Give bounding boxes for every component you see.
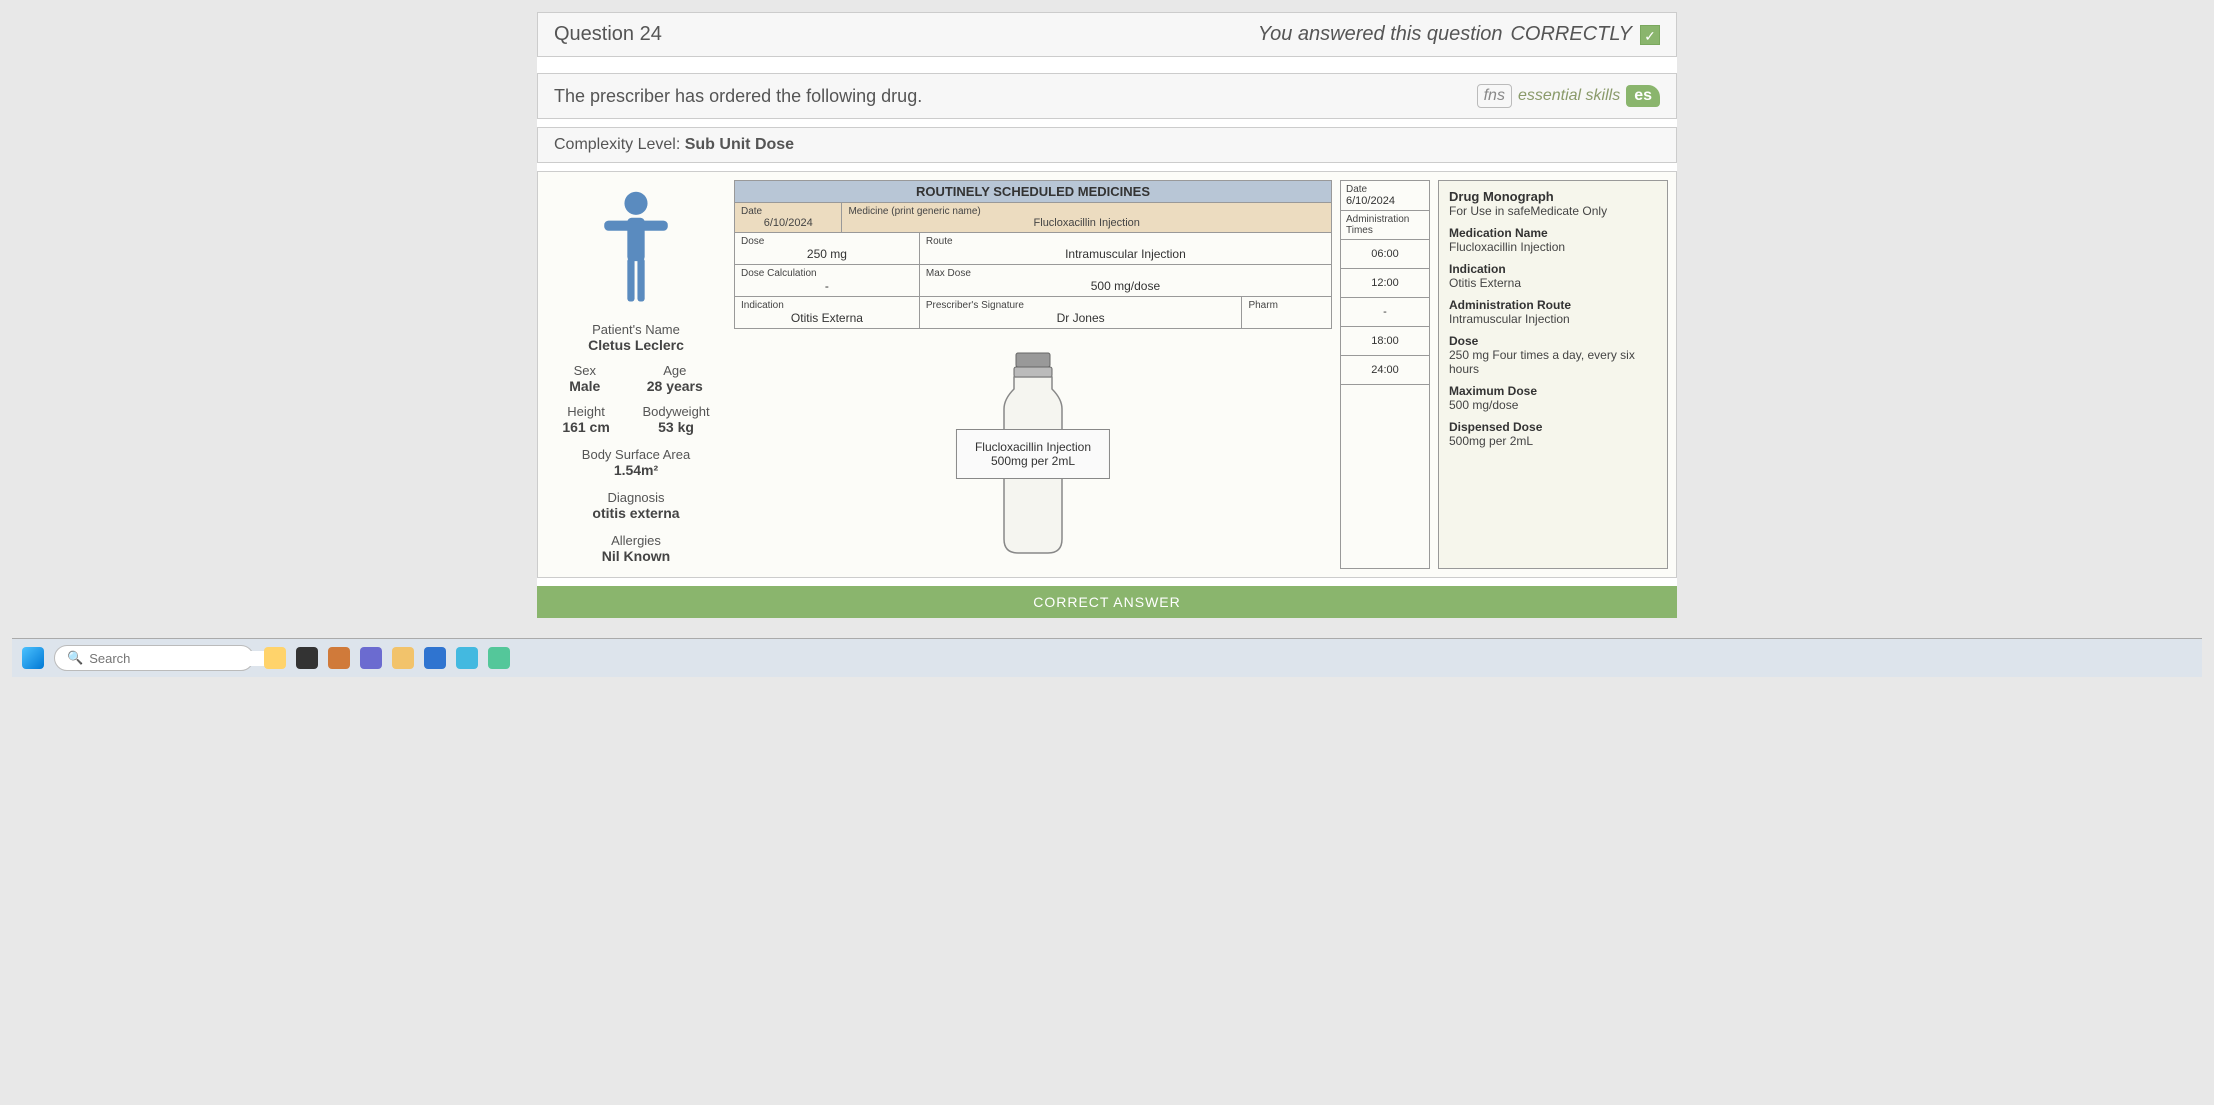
maxdose-value: 500 mg/dose	[926, 279, 1325, 293]
diagnosis-value: otitis externa	[546, 505, 726, 521]
bsa-label: Body Surface Area	[546, 447, 726, 462]
taskbar-explorer-icon[interactable]	[392, 647, 414, 669]
admin-time-5: 24:00	[1341, 356, 1429, 385]
chart-column: ROUTINELY SCHEDULED MEDICINES Date 6/10/…	[734, 180, 1332, 569]
taskbar-teams-icon[interactable]	[360, 647, 382, 669]
answer-status: You answered this question CORRECTLY ✓	[1258, 23, 1660, 46]
complexity-row: Complexity Level: Sub Unit Dose	[537, 127, 1677, 163]
answer-status-prefix: You answered this question	[1258, 23, 1503, 46]
admin-times-label: Administration Times	[1346, 214, 1424, 236]
windows-taskbar[interactable]: 🔍	[12, 638, 2202, 677]
mono-ind-h: Indication	[1449, 262, 1657, 276]
vial-area: Flucloxacillin Injection 500mg per 2mL	[734, 349, 1332, 569]
admin-time-1: 06:00	[1341, 240, 1429, 269]
question-text-row: The prescriber has ordered the following…	[537, 73, 1677, 119]
taskbar-app-icon[interactable]	[328, 647, 350, 669]
monograph-title: Drug Monograph	[1449, 189, 1657, 204]
question-number: Question 24	[554, 23, 662, 46]
admin-time-4: 18:00	[1341, 327, 1429, 356]
search-icon: 🔍	[67, 650, 83, 666]
admin-time-3: -	[1341, 298, 1429, 327]
person-icon	[546, 186, 726, 316]
mono-max-v: 500 mg/dose	[1449, 398, 1657, 412]
route-value: Intramuscular Injection	[926, 247, 1325, 261]
complexity-label: Complexity Level:	[554, 136, 680, 153]
allergies-label: Allergies	[546, 533, 726, 548]
taskbar-outlook-icon[interactable]	[424, 647, 446, 669]
date-label: Date	[741, 206, 835, 217]
medicine-value: Flucloxacillin Injection	[848, 217, 1325, 229]
maxdose-label: Max Dose	[926, 268, 1325, 279]
complexity-value: Sub Unit Dose	[685, 136, 794, 153]
correct-answer-bar: CORRECT ANSWER	[537, 586, 1677, 618]
check-icon: ✓	[1640, 25, 1660, 45]
main-panel: Patient's Name Cletus Leclerc Sex Male A…	[537, 171, 1677, 578]
logo-text: essential skills	[1518, 87, 1620, 105]
answer-status-word: CORRECTLY	[1510, 23, 1632, 46]
admin-date-value: 6/10/2024	[1346, 195, 1424, 207]
chart-title: ROUTINELY SCHEDULED MEDICINES	[735, 181, 1332, 203]
sig-value: Dr Jones	[926, 311, 1236, 325]
taskbar-app-icon[interactable]	[296, 647, 318, 669]
vial-line1: Flucloxacillin Injection	[975, 440, 1091, 454]
age-value: 28 years	[647, 378, 703, 394]
diagnosis-label: Diagnosis	[546, 490, 726, 505]
indication-value: Otitis Externa	[741, 311, 913, 325]
mono-dose-h: Dose	[1449, 334, 1657, 348]
admin-times-column: Date 6/10/2024 Administration Times 06:0…	[1340, 180, 1430, 569]
patient-name-value: Cletus Leclerc	[546, 337, 726, 353]
height-value: 161 cm	[562, 419, 609, 435]
question-text: The prescriber has ordered the following…	[554, 86, 922, 107]
logo-es: es	[1626, 85, 1660, 107]
taskbar-edge-icon[interactable]	[456, 647, 478, 669]
logo-fns: fns	[1477, 84, 1512, 108]
sex-value: Male	[569, 378, 600, 394]
weight-label: Bodyweight	[642, 404, 709, 419]
brand-logo: fns essential skills es	[1477, 84, 1660, 108]
patient-column: Patient's Name Cletus Leclerc Sex Male A…	[546, 180, 726, 569]
monograph-subtitle: For Use in safeMedicate Only	[1449, 204, 1657, 218]
dosecalc-value: -	[741, 279, 913, 293]
dose-label: Dose	[741, 236, 913, 247]
vial-label: Flucloxacillin Injection 500mg per 2mL	[956, 429, 1110, 479]
height-label: Height	[562, 404, 609, 419]
taskbar-app-icon[interactable]	[264, 647, 286, 669]
mono-dose-v: 250 mg Four times a day, every six hours	[1449, 348, 1657, 376]
medicine-label: Medicine (print generic name)	[848, 206, 1325, 217]
mono-medname-v: Flucloxacillin Injection	[1449, 240, 1657, 254]
age-label: Age	[647, 363, 703, 378]
sig-label: Prescriber's Signature	[926, 300, 1236, 311]
route-label: Route	[926, 236, 1325, 247]
sex-label: Sex	[569, 363, 600, 378]
mono-ind-v: Otitis Externa	[1449, 276, 1657, 290]
search-input[interactable]	[89, 651, 265, 666]
admin-date-label: Date	[1346, 184, 1424, 195]
mono-max-h: Maximum Dose	[1449, 384, 1657, 398]
pharm-label: Pharm	[1248, 300, 1325, 311]
bsa-value: 1.54m²	[546, 462, 726, 478]
date-value: 6/10/2024	[741, 217, 835, 229]
mono-disp-h: Dispensed Dose	[1449, 420, 1657, 434]
vial-line2: 500mg per 2mL	[975, 454, 1091, 468]
mono-disp-v: 500mg per 2mL	[1449, 434, 1657, 448]
dose-value: 250 mg	[741, 247, 913, 261]
allergies-value: Nil Known	[546, 548, 726, 564]
dosecalc-label: Dose Calculation	[741, 268, 913, 279]
question-header: Question 24 You answered this question C…	[537, 12, 1677, 57]
mono-medname-h: Medication Name	[1449, 226, 1657, 240]
windows-start-icon[interactable]	[22, 647, 44, 669]
weight-value: 53 kg	[642, 419, 709, 435]
patient-name-label: Patient's Name	[546, 322, 726, 337]
admin-time-2: 12:00	[1341, 269, 1429, 298]
mono-route-v: Intramuscular Injection	[1449, 312, 1657, 326]
taskbar-search[interactable]: 🔍	[54, 645, 254, 671]
indication-label: Indication	[741, 300, 913, 311]
taskbar-app-icon[interactable]	[488, 647, 510, 669]
mono-route-h: Administration Route	[1449, 298, 1657, 312]
medication-chart: ROUTINELY SCHEDULED MEDICINES Date 6/10/…	[734, 180, 1332, 329]
monograph-column: Drug Monograph For Use in safeMedicate O…	[1438, 180, 1668, 569]
